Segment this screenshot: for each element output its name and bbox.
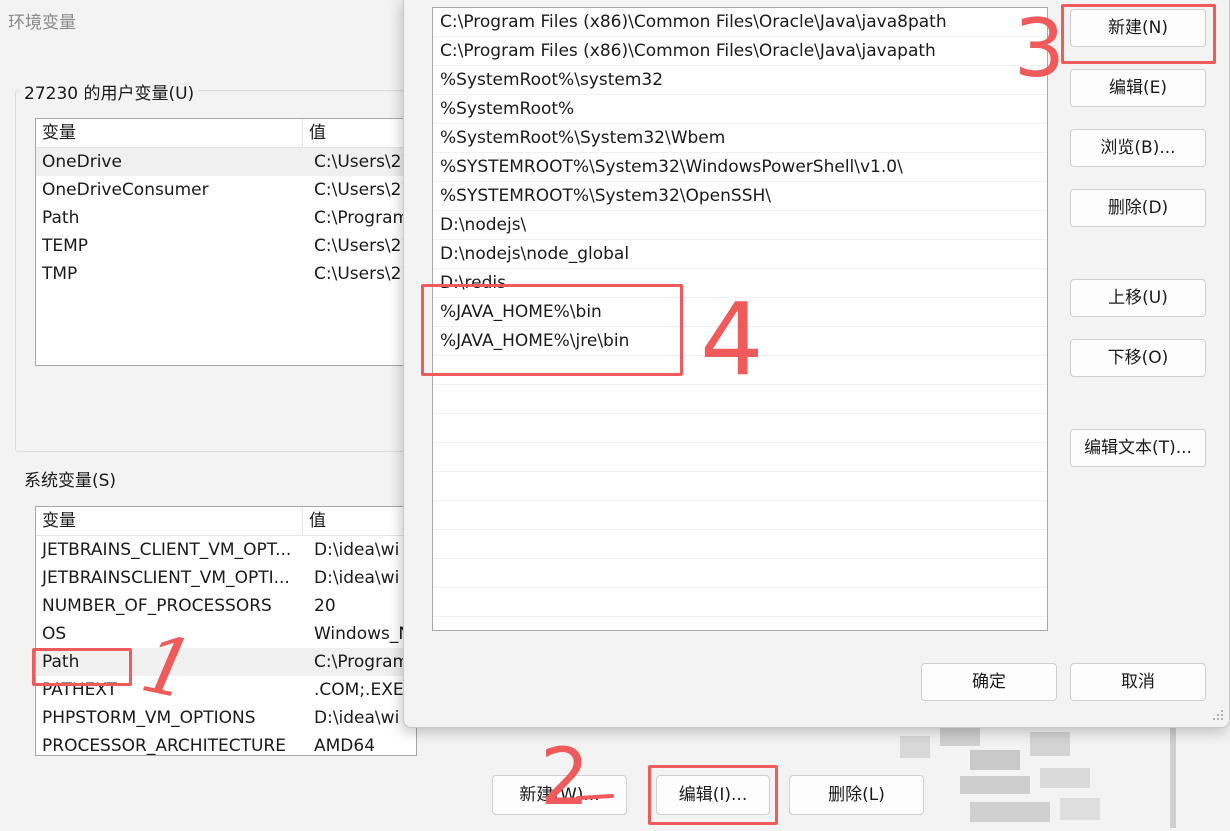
table-row[interactable]: TMP C:\Users\27	[36, 260, 416, 288]
variable-name: JETBRAINSCLIENT_VM_OPTI...	[42, 568, 290, 588]
empty-row	[433, 501, 1047, 530]
variable-value: C:\Program	[314, 208, 410, 228]
list-item[interactable]: %SystemRoot%\System32\Wbem	[433, 124, 1047, 153]
highlight-new-button	[1061, 4, 1216, 64]
annotation-number-3: 3	[1014, 6, 1062, 82]
list-item[interactable]: %SYSTEMROOT%\System32\OpenSSH\	[433, 182, 1047, 211]
window-title: 环境变量	[8, 13, 76, 33]
variable-name: NUMBER_OF_PROCESSORS	[42, 596, 272, 616]
cancel-button[interactable]: 取消	[1070, 663, 1206, 701]
table-row[interactable]: PHPSTORM_VM_OPTIONS D:\idea\wi	[36, 704, 416, 732]
annotation-three-text: 3	[1014, 6, 1062, 82]
table-row[interactable]: NUMBER_OF_PROCESSORS 20	[36, 592, 416, 620]
empty-row	[433, 559, 1047, 588]
variable-value: D:\idea\wi	[314, 568, 400, 588]
variable-value: C:\Users\27	[314, 236, 413, 256]
resize-grip-icon[interactable]	[1212, 709, 1224, 721]
variable-value: .COM;.EXE;	[314, 680, 410, 700]
annotation-number-2: 2	[540, 738, 614, 810]
empty-row	[433, 414, 1047, 443]
list-item[interactable]: C:\Program Files (x86)\Common Files\Orac…	[433, 37, 1047, 66]
annotation-number-4: 4	[700, 282, 764, 392]
annotation-four-text: 4	[700, 282, 764, 392]
system-variables-list[interactable]: 变量 值 JETBRAINS_CLIENT_VM_OPT... D:\idea\…	[35, 506, 417, 756]
variable-name: PROCESSOR_ARCHITECTURE	[42, 736, 286, 756]
variable-value: C:\Program	[314, 652, 410, 672]
move-down-button[interactable]: 下移(O)	[1070, 339, 1206, 377]
variable-value: 20	[314, 596, 336, 616]
variable-name: PHPSTORM_VM_OPTIONS	[42, 708, 256, 728]
highlight-java-paths	[421, 284, 683, 376]
list-item[interactable]: %SystemRoot%\system32	[433, 66, 1047, 95]
table-row[interactable]: PROCESSOR_ARCHITECTURE AMD64	[36, 732, 416, 756]
variable-name: OneDrive	[42, 152, 122, 172]
highlight-edit-button	[648, 765, 778, 825]
list-header: 变量 值	[36, 119, 416, 148]
variable-name: TMP	[42, 264, 78, 284]
variable-value: C:\Users\27	[314, 264, 413, 284]
list-item[interactable]: %SYSTEMROOT%\System32\WindowsPowerShell\…	[433, 153, 1047, 182]
move-up-button[interactable]: 上移(U)	[1070, 279, 1206, 317]
table-row[interactable]: JETBRAINS_CLIENT_VM_OPT... D:\idea\wi	[36, 536, 416, 564]
empty-row	[433, 472, 1047, 501]
user-variables-label: 27230 的用户变量(U)	[20, 79, 199, 104]
table-row[interactable]: JETBRAINSCLIENT_VM_OPTI... D:\idea\wi	[36, 564, 416, 592]
list-header: 变量 值	[36, 507, 416, 536]
variable-value: D:\idea\wi	[314, 708, 400, 728]
system-variables-label: 系统变量(S)	[20, 466, 121, 491]
variable-value: Windows_N	[314, 624, 412, 644]
annotation-number-1: 1	[135, 625, 185, 700]
column-variable[interactable]: 变量	[36, 507, 303, 535]
browse-button[interactable]: 浏览(B)...	[1070, 129, 1206, 167]
variable-name: JETBRAINS_CLIENT_VM_OPT...	[42, 540, 292, 560]
column-variable[interactable]: 变量	[36, 119, 303, 147]
list-item[interactable]: D:\nodejs\	[433, 211, 1047, 240]
table-row[interactable]: TEMP C:\Users\27	[36, 232, 416, 260]
annotation-one-text: 1	[135, 625, 185, 700]
delete-path-button[interactable]: 删除(D)	[1070, 189, 1206, 227]
column-value[interactable]: 值	[303, 507, 326, 535]
list-item[interactable]: D:\nodejs\node_global	[433, 240, 1047, 269]
user-variables-list[interactable]: 变量 值 OneDrive C:\Users\27 OneDriveConsum…	[35, 118, 417, 366]
column-value[interactable]: 值	[303, 119, 326, 147]
blurred-region	[900, 728, 1190, 828]
list-item[interactable]: %SystemRoot%	[433, 95, 1047, 124]
edit-text-button[interactable]: 编辑文本(T)...	[1070, 429, 1206, 467]
ok-button[interactable]: 确定	[921, 663, 1057, 701]
edit-path-button[interactable]: 编辑(E)	[1070, 69, 1206, 107]
table-row[interactable]: OneDrive C:\Users\27	[36, 148, 416, 176]
empty-row	[433, 530, 1047, 559]
empty-row	[433, 443, 1047, 472]
variable-name: Path	[42, 208, 80, 228]
variable-value: AMD64	[314, 736, 376, 756]
table-row[interactable]: Path C:\Program	[36, 204, 416, 232]
list-item[interactable]: C:\Program Files (x86)\Common Files\Orac…	[433, 8, 1047, 37]
variable-value: C:\Users\27	[314, 152, 413, 172]
highlight-path-row	[32, 648, 132, 686]
table-row[interactable]: OS Windows_N	[36, 620, 416, 648]
empty-row	[433, 588, 1047, 617]
variable-value: D:\idea\wi	[314, 540, 400, 560]
table-row[interactable]: OneDriveConsumer C:\Users\27	[36, 176, 416, 204]
variable-name: TEMP	[42, 236, 89, 256]
variable-name: OneDriveConsumer	[42, 180, 209, 200]
variable-value: C:\Users\27	[314, 180, 413, 200]
